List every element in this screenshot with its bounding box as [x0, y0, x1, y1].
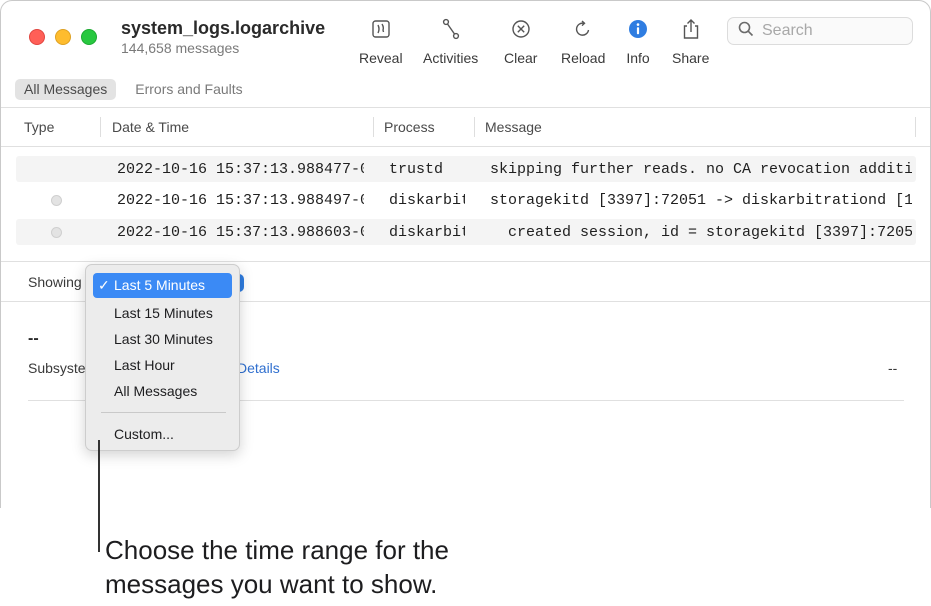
- clear-icon: [509, 17, 533, 41]
- reload-button[interactable]: Reload: [561, 17, 605, 66]
- showing-label: Showing: [28, 274, 82, 290]
- menu-item-label: Last 15 Minutes: [114, 305, 213, 321]
- header-divider: [1, 146, 930, 147]
- table-row[interactable]: 2022-10-16 15:37:13.988497-0 diskarbitra…: [16, 187, 916, 213]
- message-type-dot-icon: [51, 227, 62, 238]
- console-window: system_logs.logarchive 144,658 messages …: [0, 0, 931, 508]
- menu-item-all-messages[interactable]: All Messages: [93, 378, 232, 404]
- activities-label: Activities: [423, 50, 479, 66]
- search-input[interactable]: [762, 22, 902, 40]
- search-icon: [738, 21, 754, 42]
- toolbar-divider: [1, 107, 930, 108]
- menu-item-custom[interactable]: Custom...: [93, 421, 232, 447]
- detail-title: --: [28, 330, 39, 347]
- reload-label: Reload: [561, 50, 606, 66]
- time-range-menu: ✓ Last 5 Minutes Last 15 Minutes Last 30…: [85, 264, 240, 451]
- menu-item-last-5-minutes[interactable]: ✓ Last 5 Minutes: [93, 273, 232, 298]
- clear-button[interactable]: Clear: [504, 17, 537, 66]
- row-datetime: 2022-10-16 15:37:13.988477-0: [117, 161, 364, 178]
- reveal-icon: [369, 17, 393, 41]
- message-type-dot-icon: [51, 195, 62, 206]
- column-separator[interactable]: [915, 117, 916, 137]
- menu-item-last-15-minutes[interactable]: Last 15 Minutes: [93, 300, 232, 326]
- column-header-type[interactable]: Type: [24, 119, 54, 135]
- row-process: diskarbitrationd: [389, 192, 465, 209]
- clear-label: Clear: [504, 50, 538, 66]
- activities-button[interactable]: Activities: [423, 17, 478, 66]
- callout-line-2: messages you want to show.: [105, 569, 438, 599]
- row-message: skipping further reads. no CA revocation…: [490, 161, 912, 178]
- column-header-process[interactable]: Process: [384, 119, 435, 135]
- search-field[interactable]: [727, 17, 913, 45]
- row-process: trustd: [389, 161, 444, 178]
- column-header-datetime[interactable]: Date & Time: [112, 119, 189, 135]
- table-bottom-divider: [1, 261, 930, 262]
- menu-item-label: All Messages: [114, 383, 198, 399]
- activities-icon: [439, 17, 463, 41]
- column-separator[interactable]: [373, 117, 374, 137]
- callout-line-1: Choose the time range for the: [105, 535, 449, 565]
- menu-item-label: Last 5 Minutes: [114, 277, 206, 293]
- menu-item-label: Last Hour: [114, 357, 175, 373]
- info-icon: [626, 17, 650, 41]
- menu-item-last-hour[interactable]: Last Hour: [93, 352, 232, 378]
- reveal-button[interactable]: Reveal: [359, 17, 403, 66]
- window-title: system_logs.logarchive: [121, 18, 326, 38]
- message-count: 144,658 messages: [121, 40, 240, 56]
- column-separator[interactable]: [100, 117, 101, 137]
- menu-separator: [101, 412, 226, 413]
- menu-item-last-30-minutes[interactable]: Last 30 Minutes: [93, 326, 232, 352]
- table-row[interactable]: 2022-10-16 15:37:13.988603-0 diskarbitra…: [16, 219, 916, 245]
- detail-value: --: [888, 360, 898, 376]
- filter-bar: All Messages Errors and Faults: [15, 79, 252, 100]
- filter-errors-and-faults[interactable]: Errors and Faults: [126, 79, 251, 100]
- row-message: created session, id = storagekitd [3397]…: [490, 224, 912, 241]
- table-row[interactable]: 2022-10-16 15:37:13.988477-0 trustd skip…: [16, 156, 916, 182]
- menu-item-label: Last 30 Minutes: [114, 331, 213, 347]
- close-window-button[interactable]: [29, 29, 45, 45]
- share-button[interactable]: Share: [672, 17, 709, 66]
- callout-line: [98, 440, 100, 552]
- row-datetime: 2022-10-16 15:37:13.988603-0: [117, 224, 364, 241]
- details-link[interactable]: Details: [237, 360, 280, 376]
- row-process: diskarbitrationd: [389, 224, 465, 241]
- column-separator[interactable]: [474, 117, 475, 137]
- filter-all-messages[interactable]: All Messages: [15, 79, 117, 100]
- info-button[interactable]: Info: [626, 17, 650, 66]
- callout-text: Choose the time range for the messages y…: [105, 533, 449, 601]
- minimize-window-button[interactable]: [55, 29, 71, 45]
- menu-item-label: Custom...: [114, 426, 174, 442]
- reveal-label: Reveal: [359, 50, 403, 66]
- column-header-message[interactable]: Message: [485, 119, 542, 135]
- reload-icon: [571, 17, 595, 41]
- share-icon: [679, 17, 703, 41]
- zoom-window-button[interactable]: [81, 29, 97, 45]
- info-label: Info: [626, 50, 650, 66]
- row-datetime: 2022-10-16 15:37:13.988497-0: [117, 192, 364, 209]
- checkmark-icon: ✓: [98, 277, 110, 293]
- share-label: Share: [672, 50, 710, 66]
- row-message: storagekitd [3397]:72051 -> diskarbitrat…: [490, 192, 912, 209]
